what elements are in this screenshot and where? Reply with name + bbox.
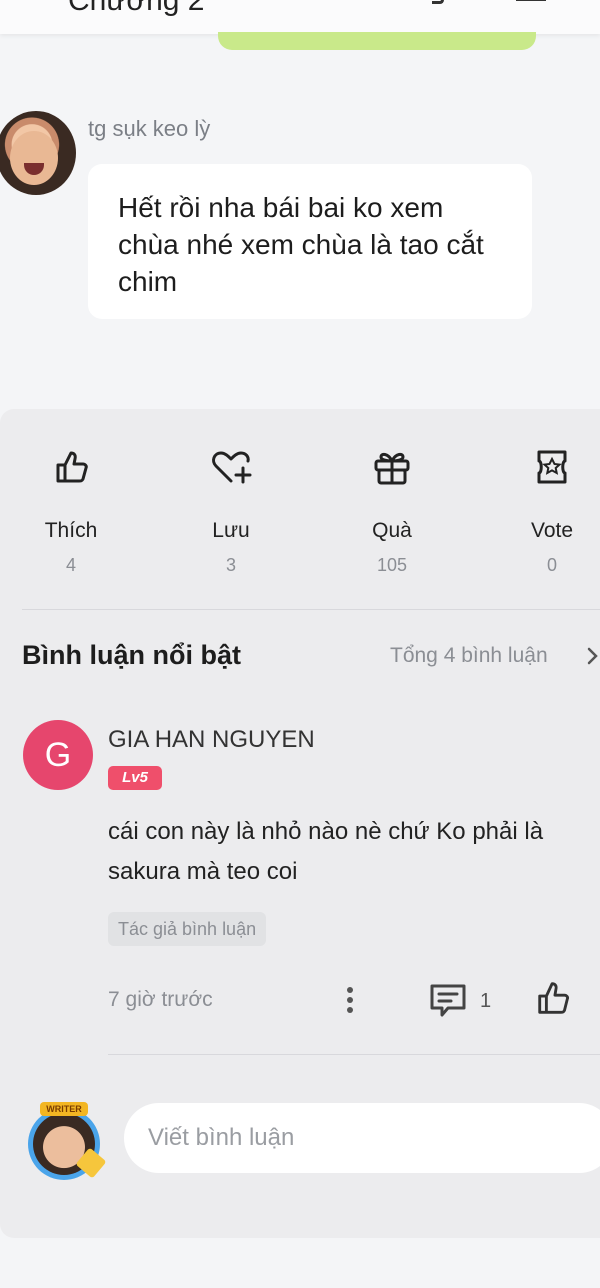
like-count: 4 [65,555,76,575]
more-vertical-icon[interactable] [340,984,360,1016]
gift-label: Quà [372,519,412,542]
vote-count: 0 [546,555,557,575]
comment-time: 7 giờ trước [108,988,213,1011]
save-label: Lưu [212,519,250,542]
gift-count: 105 [376,555,408,575]
chevron-right-icon[interactable] [584,646,600,666]
comment-input[interactable] [124,1103,600,1173]
like-label: Thích [44,519,98,542]
save-count: 3 [225,555,236,575]
author-note-bubble: Hết rồi nha bái bai ko xem chùa nhé xem … [88,164,532,319]
divider [108,1054,600,1055]
next-chapter-button[interactable] [218,32,536,50]
thumbs-up-icon[interactable] [534,978,574,1018]
hook-icon[interactable] [432,0,444,4]
featured-comments-title: Bình luận nổi bật [22,640,241,670]
avatar-face [10,131,58,185]
total-comments-link[interactable]: Tổng 4 bình luận [390,644,548,668]
thumbs-up-icon [56,451,88,483]
save-action[interactable]: Lưu 3 [171,440,291,576]
gift-icon [374,452,410,485]
divider [22,609,600,610]
vote-label: Vote [530,519,574,542]
comment-tag: Tác giả bình luận [108,912,267,946]
like-action[interactable]: Thích 4 [11,440,131,576]
gift-action[interactable]: Quà 105 [332,440,452,576]
writer-badge: WRITER [40,1102,88,1116]
author-name[interactable]: tg sụk keo lỳ [88,116,210,142]
commenter-name[interactable]: GIA HAN NGUYEN [108,726,315,754]
reply-icon[interactable] [428,982,468,1018]
vote-action[interactable]: Vote 0 [492,440,600,576]
author-avatar[interactable] [0,111,76,195]
action-bar: Thích 4 Lưu 3 Quà 105 Vote 0 [0,440,600,580]
top-bar: Chương 2 [0,0,600,34]
heart-plus-icon [212,451,252,484]
level-badge: Lv5 [108,766,162,790]
vote-ticket-icon [537,450,567,484]
my-avatar[interactable]: WRITER [24,1102,107,1180]
commenter-avatar[interactable]: G [23,720,93,790]
menu-icon[interactable] [516,0,546,1]
comment-text: cái con này là nhỏ nào nè chứ Ko phải là… [108,818,544,885]
chapter-title: Chương 2 [68,0,205,17]
reply-count: 1 [480,990,492,1012]
